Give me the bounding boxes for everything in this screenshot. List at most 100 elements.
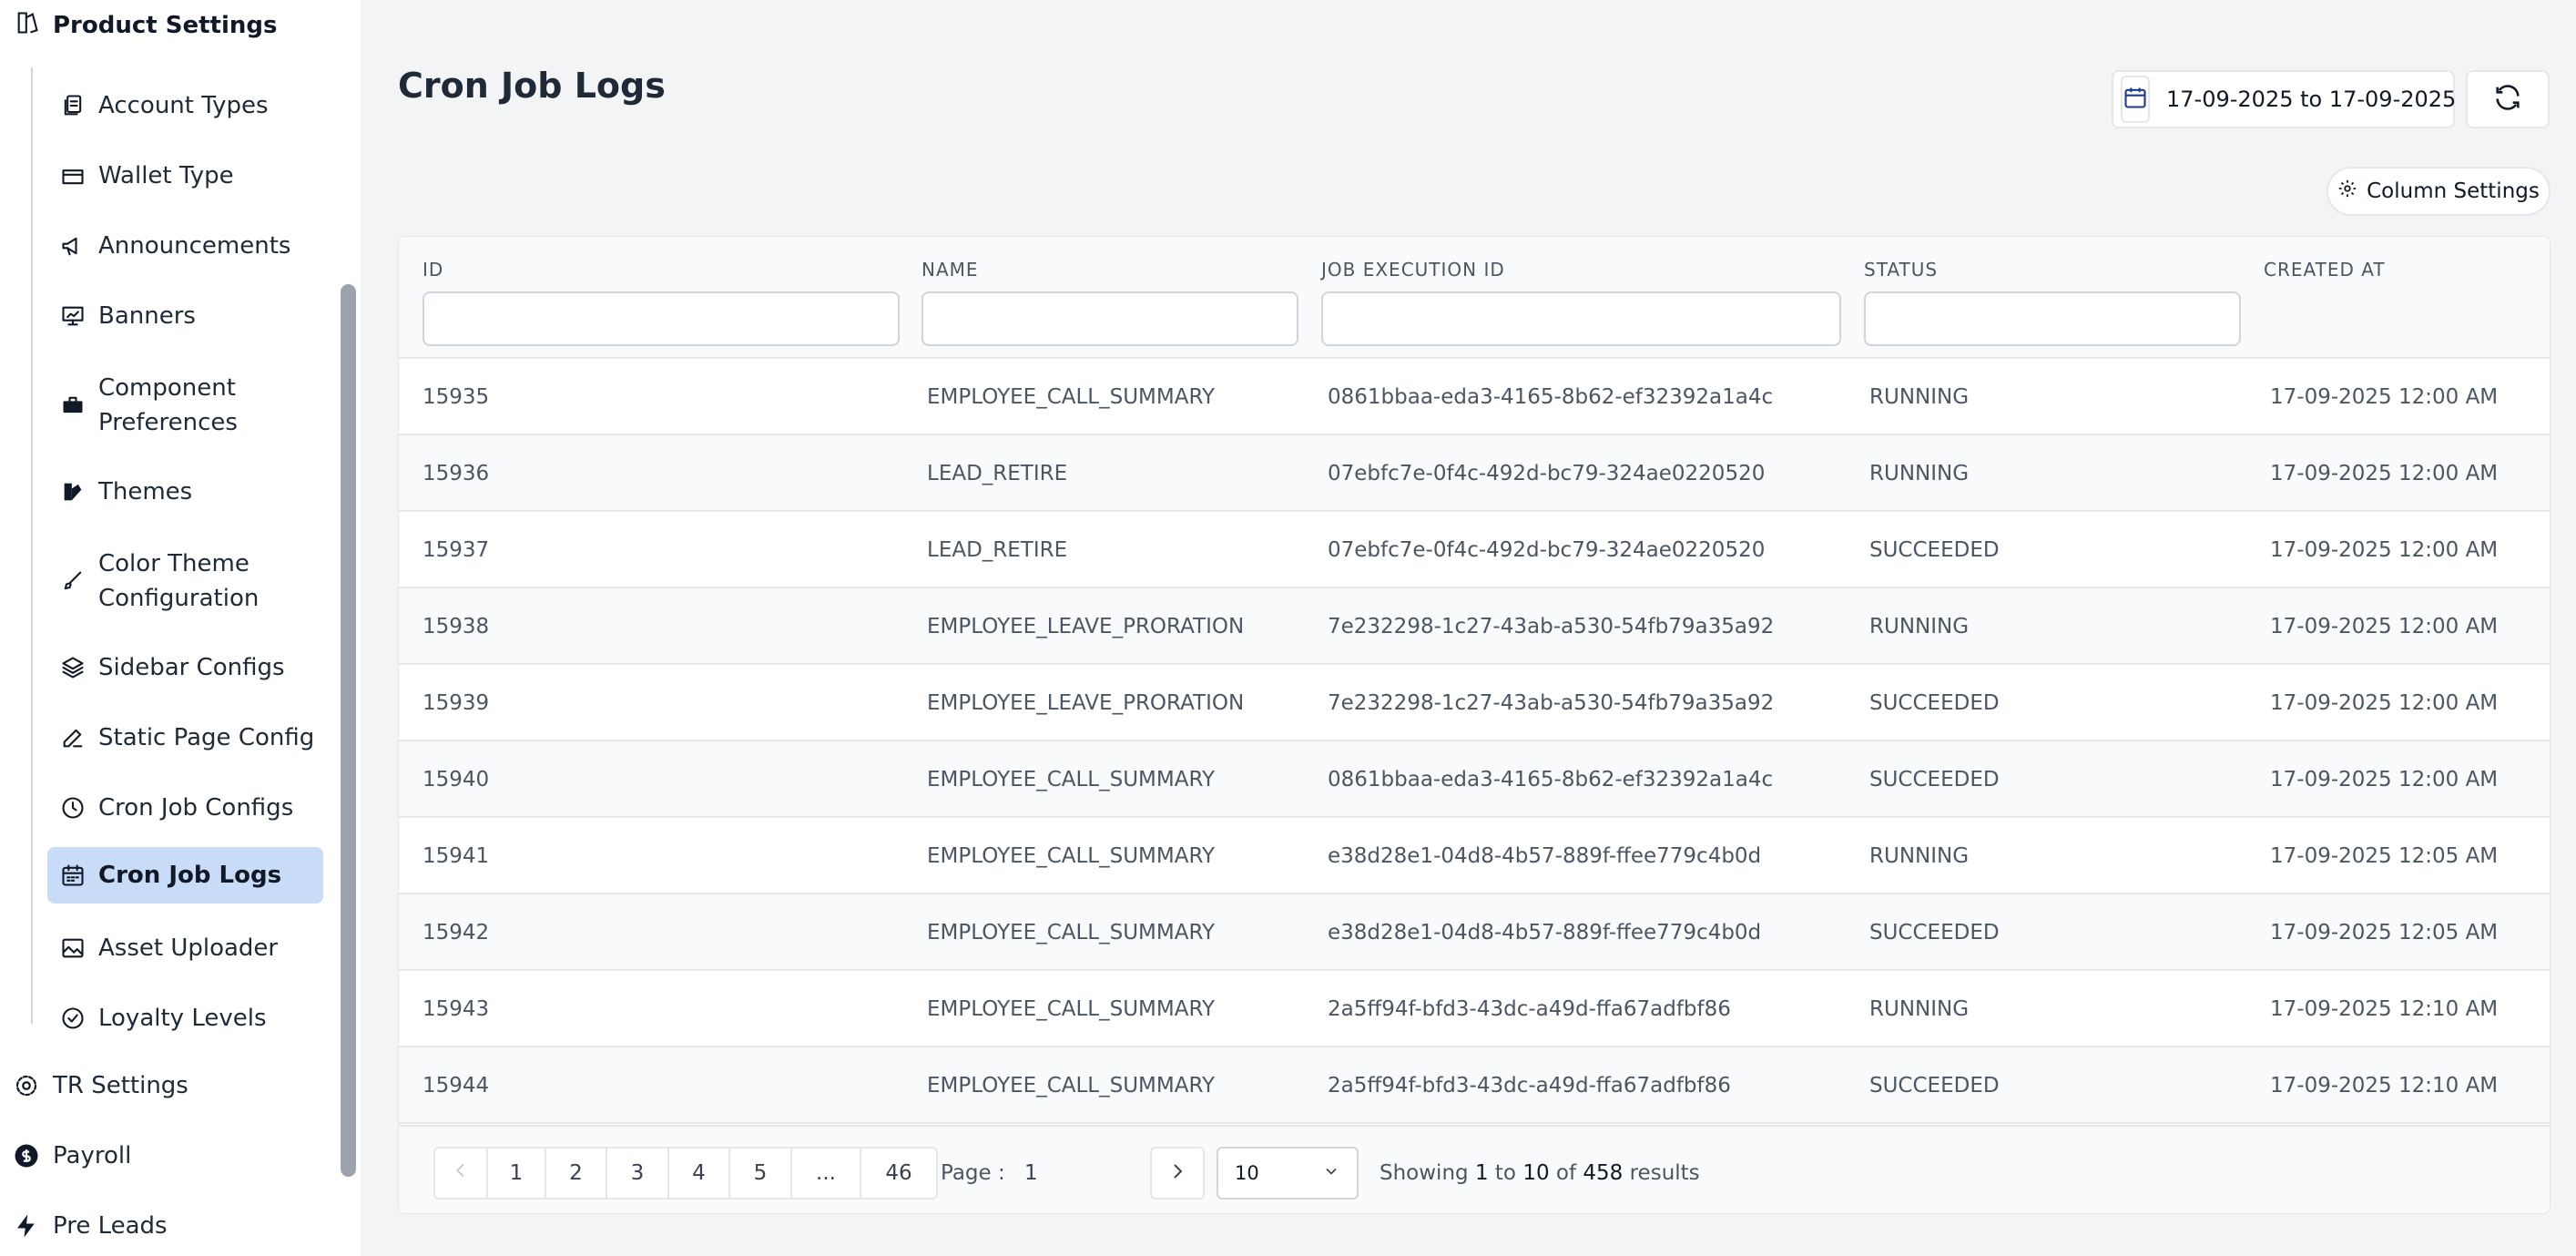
sidebar-item-label: Wallet Type bbox=[98, 162, 234, 189]
current-page-input[interactable]: 1 bbox=[1024, 1147, 1038, 1200]
page-size-select[interactable]: 10 bbox=[1217, 1147, 1359, 1200]
job-execution-id-filter-input[interactable] bbox=[1321, 291, 1841, 346]
sidebar-item-component-preferences[interactable]: Component Preferences bbox=[47, 368, 323, 443]
table-row[interactable]: 15940 EMPLOYEE_CALL_SUMMARY 0861bbaa-eda3-… bbox=[399, 741, 2550, 818]
cell-created-at: 17-09-2025 12:00 AM bbox=[2270, 768, 2499, 791]
column-header-id[interactable]: ID bbox=[423, 259, 443, 281]
cell-job-execution-id: 0861bbaa-eda3-4165-8b62-ef32392a1a4c bbox=[1328, 768, 1774, 791]
sidebar-item-static-page-config[interactable]: Static Page Config bbox=[47, 720, 323, 756]
cell-job-execution-id: 07ebfc7e-0f4c-492d-bc79-324ae0220520 bbox=[1328, 462, 1766, 485]
page-button-46[interactable]: 46 bbox=[861, 1149, 936, 1198]
cell-created-at: 17-09-2025 12:00 AM bbox=[2270, 385, 2499, 409]
id-filter-input[interactable] bbox=[423, 291, 900, 346]
cell-status: SUCCEEDED bbox=[1869, 768, 2000, 791]
page-button-1[interactable]: 1 bbox=[488, 1149, 546, 1198]
calendar-log-icon bbox=[60, 863, 86, 888]
total-results: 458 bbox=[1583, 1161, 1624, 1185]
sidebar-item-wallet-type[interactable]: Wallet Type bbox=[47, 158, 323, 194]
calendar-icon bbox=[2123, 85, 2148, 114]
table-row[interactable]: 15935 EMPLOYEE_CALL_SUMMARY 0861bbaa-eda3-… bbox=[399, 359, 2550, 435]
cell-status: RUNNING bbox=[1869, 615, 1970, 638]
of-word: of bbox=[1555, 1161, 1577, 1185]
showing-prefix: Showing bbox=[1380, 1161, 1469, 1185]
cell-id: 15938 bbox=[423, 615, 490, 638]
swatch-icon bbox=[60, 479, 86, 505]
cell-status: SUCCEEDED bbox=[1869, 1074, 2000, 1098]
sidebar-item-cron-job-logs[interactable]: Cron Job Logs bbox=[47, 847, 323, 904]
column-header-job-execution-id[interactable]: JOB EXECUTION ID bbox=[1321, 259, 1505, 281]
cell-name: EMPLOYEE_CALL_SUMMARY bbox=[927, 997, 1216, 1021]
sidebar-item-label: Account Types bbox=[98, 92, 269, 119]
table-row[interactable]: 15944 EMPLOYEE_CALL_SUMMARY 2a5ff94f-bfd3-… bbox=[399, 1047, 2550, 1124]
sidebar-item-loyalty-levels[interactable]: Loyalty Levels bbox=[47, 1000, 323, 1036]
column-settings-button[interactable]: Column Settings bbox=[2327, 167, 2551, 216]
column-settings-label: Column Settings bbox=[2367, 179, 2540, 203]
status-filter-input[interactable] bbox=[1864, 291, 2241, 346]
column-header-created-at[interactable]: CREATED AT bbox=[2264, 259, 2386, 281]
cell-id: 15941 bbox=[423, 844, 490, 868]
cell-id: 15936 bbox=[423, 462, 490, 485]
chevron-left-icon bbox=[451, 1160, 471, 1186]
cell-status: RUNNING bbox=[1869, 997, 1970, 1021]
page-button-2[interactable]: 2 bbox=[546, 1149, 607, 1198]
cell-status: SUCCEEDED bbox=[1869, 538, 2000, 562]
cell-created-at: 17-09-2025 12:10 AM bbox=[2270, 997, 2499, 1021]
sidebar-scrollbar[interactable] bbox=[341, 284, 356, 1177]
table-header: ID NAME JOB EXECUTION ID STATUS CREATED … bbox=[399, 237, 2550, 359]
sidebar-item-label: Cron Job Configs bbox=[98, 794, 294, 822]
column-header-status[interactable]: STATUS bbox=[1864, 259, 1938, 281]
sidebar-item-banners[interactable]: Banners bbox=[47, 298, 323, 334]
sidebar-item-pre-leads[interactable]: Pre Leads bbox=[13, 1206, 168, 1246]
product-settings-icon bbox=[15, 10, 40, 42]
sidebar-item-label: Cron Job Logs bbox=[98, 862, 282, 889]
presentation-chart-icon bbox=[60, 303, 86, 329]
table-row[interactable]: 15943 EMPLOYEE_CALL_SUMMARY 2a5ff94f-bfd3-… bbox=[399, 971, 2550, 1047]
sidebar-item-sidebar-configs[interactable]: Sidebar Configs bbox=[47, 649, 323, 686]
cell-job-execution-id: 7e232298-1c27-43ab-a530-54fb79a35a92 bbox=[1328, 691, 1775, 715]
sidebar: Product Settings Account Types Wallet Typ… bbox=[0, 0, 361, 1256]
page-label: Page : bbox=[941, 1161, 1005, 1185]
sidebar-item-cron-job-configs[interactable]: Cron Job Configs bbox=[47, 790, 323, 826]
sidebar-item-color-theme-configuration[interactable]: Color Theme Configuration bbox=[47, 544, 323, 618]
table-row[interactable]: 15938 EMPLOYEE_LEAVE_PRORATION 7e232298-1c… bbox=[399, 588, 2550, 665]
cell-name: EMPLOYEE_LEAVE_PRORATION bbox=[927, 615, 1245, 638]
sidebar-item-payroll[interactable]: Payroll bbox=[13, 1136, 131, 1176]
sidebar-item-tr-settings[interactable]: TR Settings bbox=[13, 1066, 188, 1106]
cell-name: LEAD_RETIRE bbox=[927, 538, 1068, 562]
clock-icon bbox=[60, 795, 86, 821]
cell-name: EMPLOYEE_CALL_SUMMARY bbox=[927, 844, 1216, 868]
cell-job-execution-id: e38d28e1-04d8-4b57-889f-ffee779c4b0d bbox=[1328, 844, 1762, 868]
table-row[interactable]: 15936 LEAD_RETIRE 07ebfc7e-0f4c-492d-bc79-… bbox=[399, 435, 2550, 512]
refresh-button[interactable] bbox=[2466, 70, 2550, 128]
table-row[interactable]: 15942 EMPLOYEE_CALL_SUMMARY e38d28e1-04d8-… bbox=[399, 894, 2550, 971]
sidebar-item-account-types[interactable]: Account Types bbox=[47, 87, 323, 124]
name-filter-input[interactable] bbox=[921, 291, 1298, 346]
page-button-4[interactable]: 4 bbox=[669, 1149, 730, 1198]
sidebar-section-product-settings[interactable]: Product Settings bbox=[15, 7, 277, 44]
column-header-name[interactable]: NAME bbox=[921, 259, 979, 281]
sidebar-item-announcements[interactable]: Announcements bbox=[47, 228, 323, 264]
prev-page-button[interactable] bbox=[435, 1149, 488, 1198]
next-page-button[interactable] bbox=[1150, 1147, 1205, 1200]
sidebar-item-themes[interactable]: Themes bbox=[47, 474, 323, 510]
cell-status: RUNNING bbox=[1869, 844, 1970, 868]
cell-id: 15942 bbox=[423, 921, 490, 945]
cell-job-execution-id: 2a5ff94f-bfd3-43dc-a49d-ffa67adfbf86 bbox=[1328, 1074, 1731, 1098]
page-button-5[interactable]: 5 bbox=[730, 1149, 792, 1198]
cell-status: RUNNING bbox=[1869, 462, 1970, 485]
cell-created-at: 17-09-2025 12:00 AM bbox=[2270, 538, 2499, 562]
table-row[interactable]: 15937 LEAD_RETIRE 07ebfc7e-0f4c-492d-bc79-… bbox=[399, 512, 2550, 588]
table-row[interactable]: 15941 EMPLOYEE_CALL_SUMMARY e38d28e1-04d8-… bbox=[399, 818, 2550, 894]
sidebar-item-label: Component Preferences bbox=[98, 374, 238, 436]
chevron-right-icon bbox=[1166, 1160, 1188, 1186]
sidebar-item-asset-uploader[interactable]: Asset Uploader bbox=[47, 930, 323, 966]
table-row[interactable]: 15939 EMPLOYEE_LEAVE_PRORATION 7e232298-1c… bbox=[399, 665, 2550, 741]
refresh-icon bbox=[2492, 82, 2523, 117]
page-button-3[interactable]: 3 bbox=[607, 1149, 669, 1198]
paintbrush-icon bbox=[60, 568, 86, 594]
gear-icon bbox=[2337, 179, 2357, 204]
sidebar-tree-line bbox=[31, 67, 33, 1024]
date-range-picker[interactable]: 17-09-2025 to 17-09-2025 bbox=[2112, 70, 2456, 128]
calendar-button[interactable] bbox=[2121, 76, 2150, 123]
cell-status: SUCCEEDED bbox=[1869, 921, 2000, 945]
